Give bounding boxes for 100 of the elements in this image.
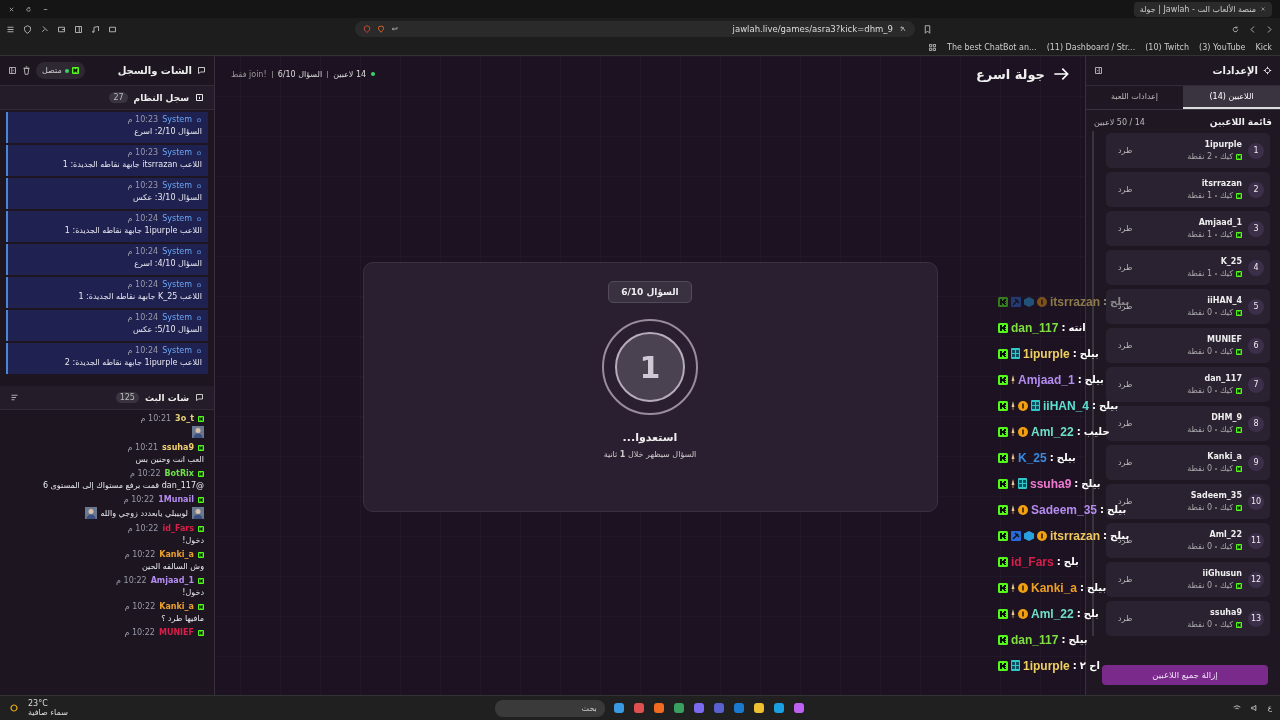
- rank-badge: 3: [1248, 220, 1264, 237]
- app-icon[interactable]: [652, 702, 665, 714]
- separator: :: [1080, 582, 1085, 593]
- logo-icon: [1236, 543, 1242, 550]
- separator: :: [1103, 296, 1108, 307]
- sender-name: System: [162, 214, 192, 223]
- bookmark[interactable]: Kick: [1255, 43, 1272, 52]
- logo-icon: [998, 374, 1008, 385]
- tab[interactable]: اللاعبين (14): [1183, 86, 1280, 109]
- platform-label: كيك: [1220, 152, 1233, 161]
- sword-icon: [1011, 401, 1015, 410]
- platform-label: كيك: [1220, 464, 1233, 473]
- logo-icon: [198, 577, 204, 584]
- rank-badge: 11: [1248, 532, 1264, 549]
- user-name: iiHAN_4: [1043, 398, 1089, 413]
- grid-icon[interactable]: [928, 43, 937, 52]
- platform-label: كيك: [1220, 581, 1233, 590]
- search-field[interactable]: بحث: [494, 699, 605, 717]
- kick-button[interactable]: طرد: [1112, 145, 1139, 156]
- tab[interactable]: إعدادات اللعبة: [1086, 86, 1183, 109]
- reload-icon[interactable]: [1231, 24, 1240, 34]
- points-label: 0 نقطة: [1187, 542, 1213, 551]
- filter-icon[interactable]: [10, 393, 19, 402]
- bookmark[interactable]: (10) Twitch: [1145, 43, 1190, 52]
- logo-icon: [198, 629, 204, 636]
- user-name: Sadeem_35: [1031, 502, 1098, 517]
- points-label: 0 نقطة: [1187, 464, 1213, 473]
- rank-badge: 4: [1248, 259, 1264, 276]
- sender-name: System: [162, 313, 192, 322]
- clear-players-button[interactable]: إزالة جميع اللاعبين: [1102, 665, 1268, 685]
- reload-icon[interactable]: [25, 5, 32, 13]
- sidebar-icon[interactable]: [74, 24, 83, 34]
- browser-tab[interactable]: جولة | Jawlah - منصة الألعاب الت: [1133, 1, 1272, 17]
- user-name: BotRix: [164, 469, 194, 478]
- points-label: 2 نقطة: [1187, 152, 1213, 161]
- section-title: سجل النظام: [133, 92, 189, 103]
- collapse-icon[interactable]: [8, 66, 17, 75]
- app-icon[interactable]: [692, 702, 705, 714]
- separator: :: [1049, 452, 1054, 463]
- kick-button[interactable]: طرد: [1112, 262, 1139, 273]
- message-time: 10:23 م: [127, 115, 159, 124]
- app-icon[interactable]: [672, 702, 685, 714]
- kick-button[interactable]: طرد: [1112, 379, 1139, 390]
- collapse-icon[interactable]: [1094, 66, 1103, 75]
- count-badge: 125: [115, 392, 139, 403]
- address-bar[interactable]: jawlah.live/games/asra3?kick=dhm_9: [355, 21, 915, 37]
- app-icon[interactable]: [612, 702, 625, 714]
- back-icon[interactable]: [1248, 24, 1257, 34]
- separator: :: [1056, 556, 1061, 567]
- bookmark[interactable]: (11) Dashboard / Str...: [1046, 43, 1136, 52]
- message-time: 10:24 م: [127, 280, 159, 289]
- separator: :: [1076, 608, 1081, 619]
- bookmark[interactable]: (3) YouTube: [1199, 43, 1246, 52]
- logo-icon: [198, 444, 204, 451]
- kick-button[interactable]: طرد: [1112, 184, 1139, 195]
- message-text: بيلح: [1087, 582, 1107, 593]
- kick-button[interactable]: طرد: [1112, 418, 1139, 429]
- forward-icon[interactable]: [1265, 24, 1274, 34]
- message-time: 10:24 م: [127, 247, 159, 256]
- music-icon[interactable]: [91, 24, 100, 34]
- player-name: Sadeem_35: [1189, 491, 1242, 500]
- coin-icon: [1018, 582, 1028, 593]
- wallet-icon[interactable]: [57, 24, 66, 34]
- message-text: حليب: [1083, 426, 1110, 437]
- points-label: 0 نقطة: [1187, 386, 1213, 395]
- message-time: 10:23 م: [127, 181, 159, 190]
- kick-button[interactable]: طرد: [1112, 223, 1139, 234]
- separator: :: [1061, 634, 1066, 645]
- grid-icon: [1018, 478, 1027, 489]
- bookmark[interactable]: The best ChatBot an...: [947, 43, 1037, 52]
- shield-icon[interactable]: [23, 24, 32, 34]
- logo-icon: [998, 426, 1008, 437]
- menu-icon[interactable]: [6, 24, 15, 34]
- app-icon[interactable]: [772, 702, 785, 714]
- player-name: iiGhusun: [1201, 569, 1242, 578]
- user-name: K_25: [1018, 450, 1047, 465]
- message-time: 10:24 م: [127, 214, 159, 223]
- close-icon[interactable]: [8, 5, 15, 13]
- temperature: 23°C: [28, 699, 48, 708]
- app-icon[interactable]: [752, 702, 765, 714]
- sword-icon: [1011, 609, 1015, 618]
- screen-icon[interactable]: [108, 24, 117, 34]
- logo-icon: [1236, 621, 1242, 628]
- kick-button[interactable]: طرد: [1112, 574, 1139, 585]
- logo-icon: [998, 452, 1008, 463]
- message-text: السؤال 4/10: اسرع: [133, 259, 202, 268]
- message-text: اللاعب itsrrazan جابهة نقاطه الجديدة: 1: [61, 160, 202, 169]
- sword-icon: [1011, 583, 1015, 592]
- bookmark-icon[interactable]: [923, 24, 932, 34]
- app-icon[interactable]: [632, 702, 645, 714]
- kick-button[interactable]: طرد: [1112, 457, 1139, 468]
- player-capacity: 14 / 50 لاعبين: [1094, 117, 1145, 127]
- platform-label: كيك: [1220, 542, 1233, 551]
- app-icon[interactable]: [792, 702, 805, 714]
- message-text: انته: [1068, 322, 1086, 333]
- points-label: 1 نقطة: [1187, 230, 1213, 239]
- kick-button[interactable]: طرد: [1112, 340, 1139, 351]
- kick-button[interactable]: طرد: [1112, 613, 1139, 624]
- trash-icon[interactable]: [22, 66, 31, 75]
- message-text: بيلح: [1099, 400, 1119, 411]
